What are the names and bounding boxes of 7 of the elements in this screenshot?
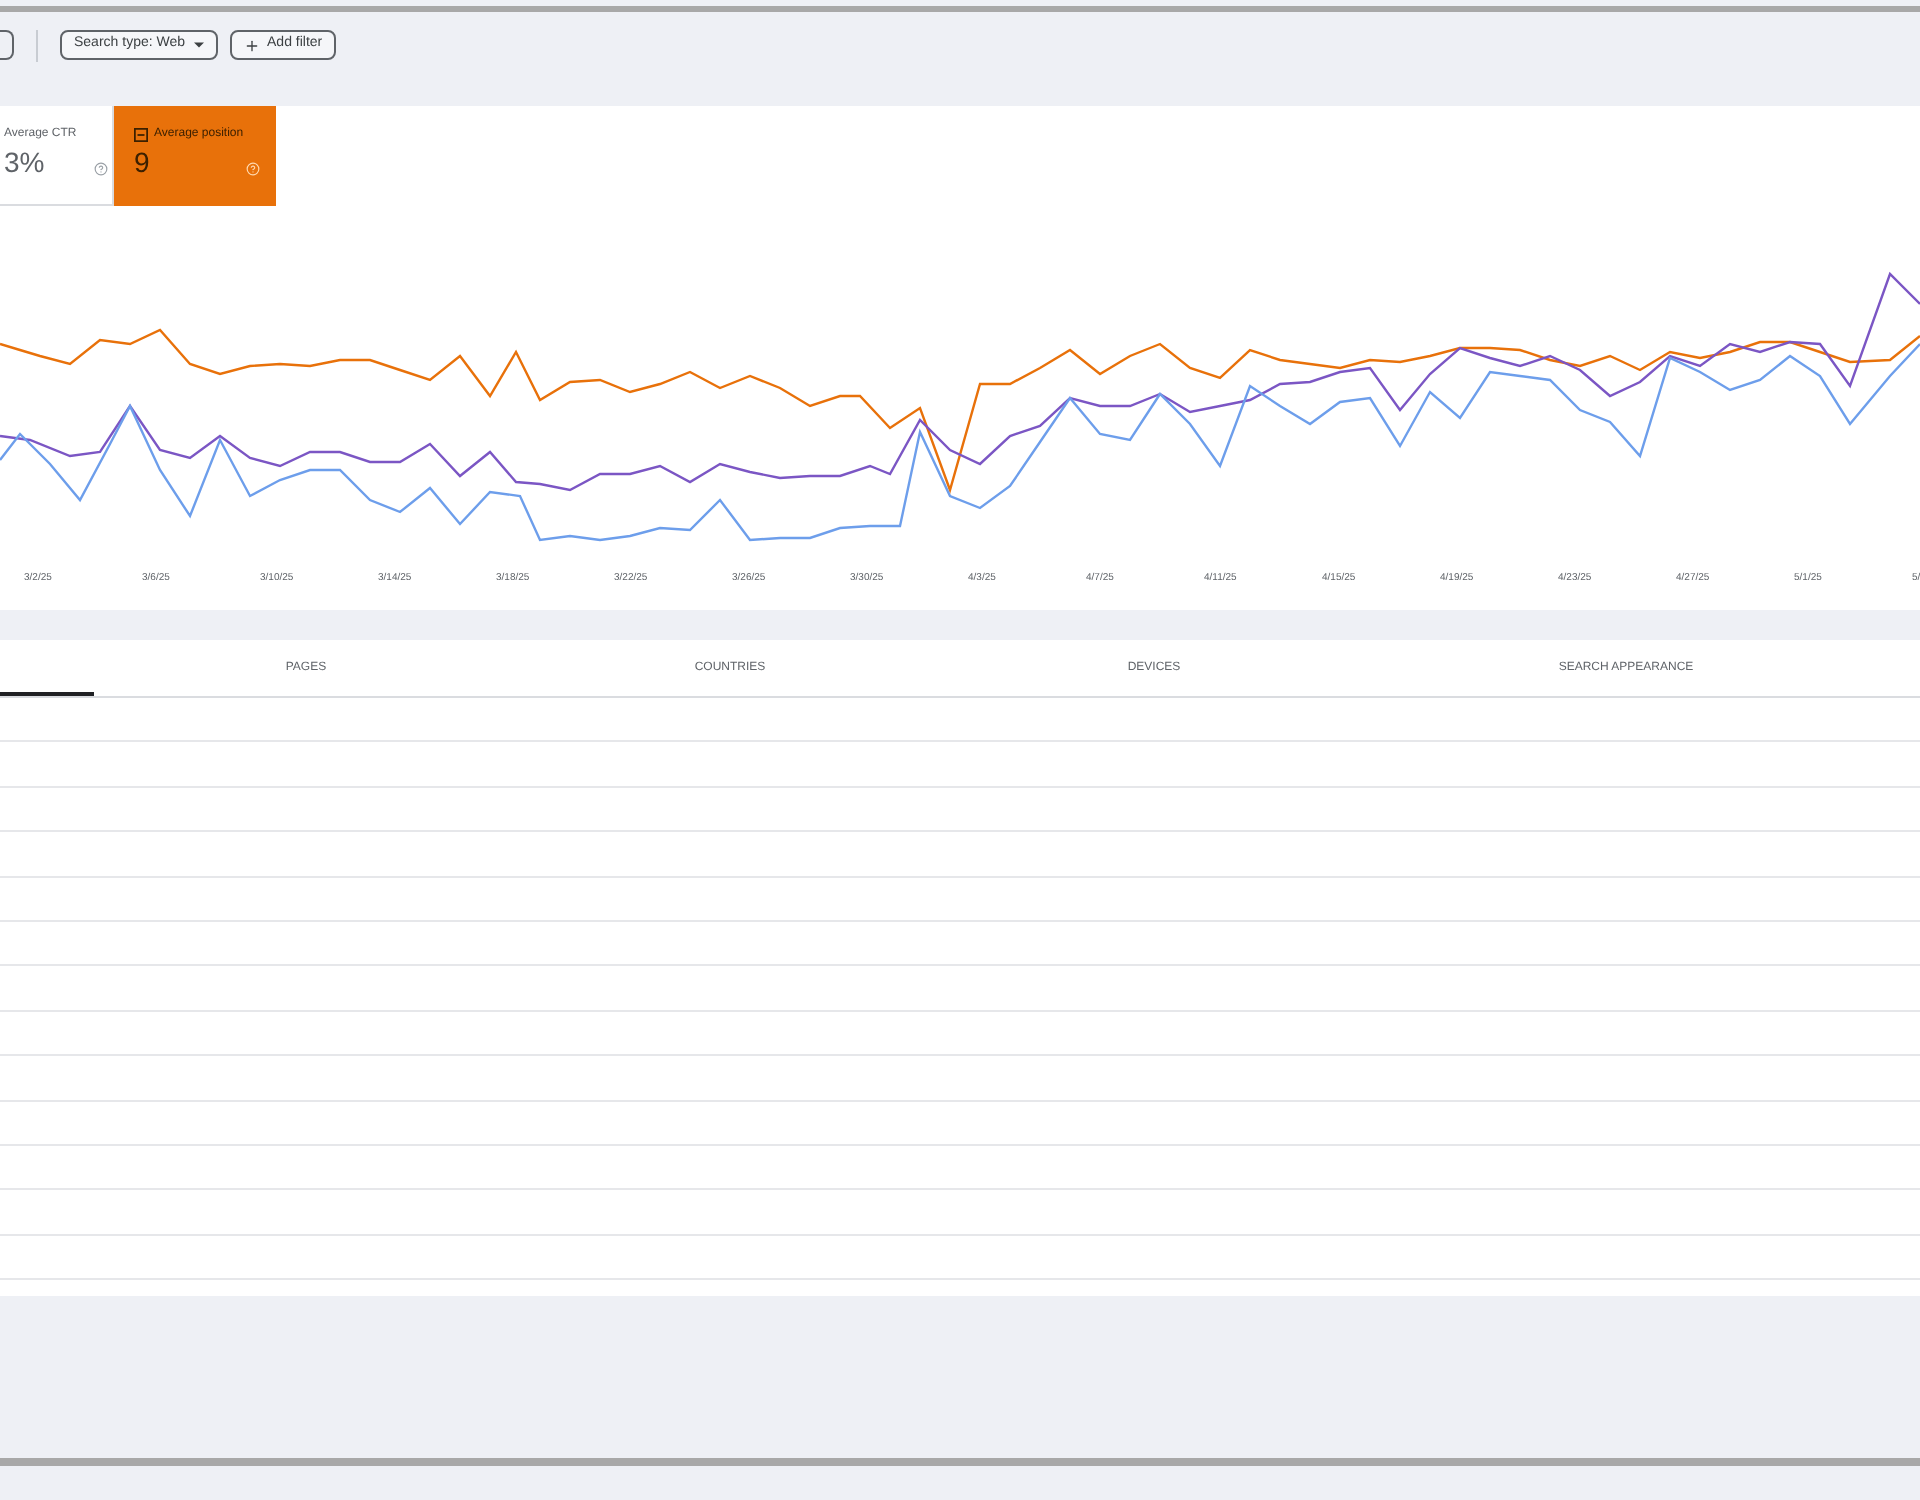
help-icon[interactable] (94, 162, 108, 176)
metric-value: 3% (4, 148, 45, 176)
toolbar-button[interactable] (0, 30, 14, 60)
metric-value: 9 (134, 148, 150, 176)
caret-icon (193, 42, 204, 48)
checkbox-icon (134, 128, 148, 142)
plus-icon (243, 37, 260, 53)
